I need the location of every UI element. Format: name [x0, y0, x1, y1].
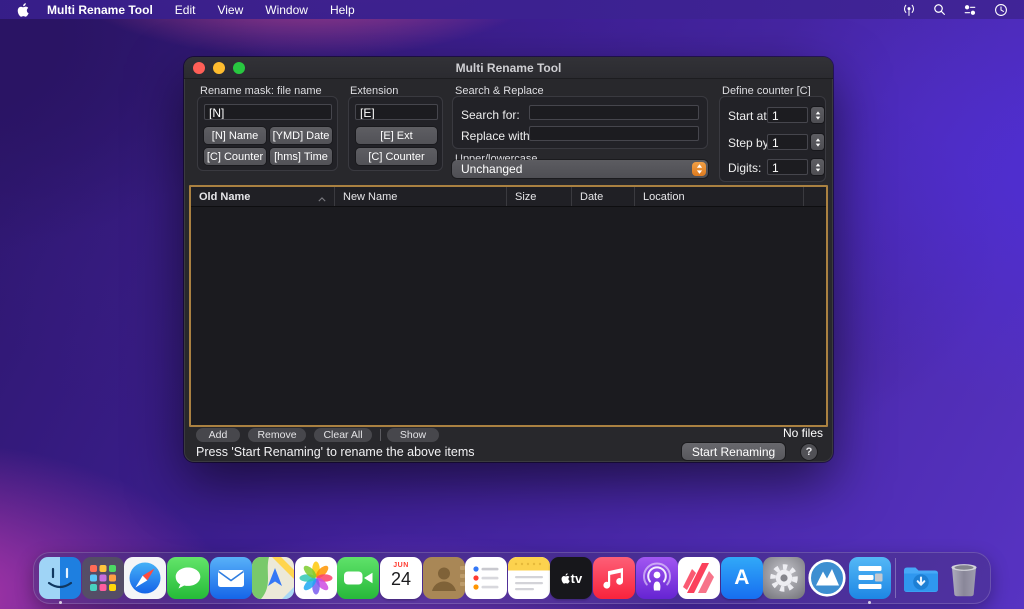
- define-counter-group: Start at: 1 Step by: 1 Digits: 1: [719, 96, 826, 182]
- ext-token-button[interactable]: [E] Ext: [356, 127, 437, 144]
- window-title: Multi Rename Tool: [456, 61, 562, 75]
- window-titlebar[interactable]: Multi Rename Tool: [184, 57, 833, 79]
- extension-input[interactable]: [E]: [355, 104, 438, 120]
- dock-trash[interactable]: [942, 552, 985, 604]
- add-button[interactable]: Add: [196, 428, 240, 442]
- calendar-icon: JUN 24: [380, 557, 422, 599]
- replace-with-label: Replace with:: [461, 129, 533, 143]
- show-button[interactable]: Show: [387, 428, 439, 442]
- rename-mask-input[interactable]: [N]: [204, 104, 332, 120]
- ext-counter-token-button[interactable]: [C] Counter: [356, 148, 437, 165]
- calendar-day: 24: [391, 569, 411, 589]
- digits-input[interactable]: 1: [767, 159, 808, 175]
- dock-contacts[interactable]: [422, 552, 465, 604]
- column-old-name[interactable]: Old Name: [191, 187, 335, 206]
- dock-downloads-folder[interactable]: [900, 552, 943, 604]
- dock-reminders[interactable]: [465, 552, 508, 604]
- dock-mail[interactable]: [209, 552, 252, 604]
- dock-finder[interactable]: [39, 552, 82, 604]
- case-dropdown-value: Unchanged: [461, 162, 522, 176]
- close-button[interactable]: [193, 62, 205, 74]
- dock-news[interactable]: [678, 552, 721, 604]
- dock-mountain-app[interactable]: [806, 552, 849, 604]
- menubar-status-icons: [902, 3, 1008, 17]
- step-by-label: Step by:: [728, 136, 772, 150]
- digits-stepper[interactable]: [811, 159, 824, 175]
- zoom-button[interactable]: [233, 62, 245, 74]
- dock-system-settings[interactable]: [763, 552, 806, 604]
- sort-ascending-icon: [318, 193, 326, 205]
- step-by-input[interactable]: 1: [767, 134, 808, 150]
- extension-group: [E] [E] Ext [C] Counter: [348, 96, 443, 171]
- clock-icon[interactable]: [994, 3, 1008, 17]
- date-token-button[interactable]: [YMD] Date: [270, 127, 332, 144]
- replace-with-input[interactable]: [529, 126, 699, 141]
- traffic-lights: [193, 62, 245, 74]
- search-for-input[interactable]: [529, 105, 699, 120]
- dock-separator: [895, 558, 896, 598]
- wifi-icon[interactable]: [902, 3, 916, 17]
- menu-help[interactable]: Help: [330, 3, 355, 17]
- finder-running-indicator: [59, 601, 62, 604]
- search-replace-group: Search for: Replace with:: [452, 96, 708, 149]
- dock-rename-tool[interactable]: [848, 552, 891, 604]
- column-extra: [804, 187, 826, 206]
- dock-tv[interactable]: tv: [550, 552, 593, 604]
- tv-label: tv: [571, 571, 583, 586]
- minimize-button[interactable]: [213, 62, 225, 74]
- dock-music[interactable]: [593, 552, 636, 604]
- app-store-icon: A: [721, 557, 763, 599]
- file-table-header: Old Name New Name Size Date Location: [191, 187, 826, 207]
- step-by-stepper[interactable]: [811, 134, 824, 150]
- dock-maps[interactable]: [252, 552, 295, 604]
- start-at-label: Start at:: [728, 109, 770, 123]
- dock: JUN 24 tv A: [33, 552, 991, 604]
- column-new-name[interactable]: New Name: [335, 187, 507, 206]
- rename-mask-group: [N] [N] Name [YMD] Date [C] Counter [hms…: [197, 96, 338, 171]
- dock-notes[interactable]: [508, 552, 551, 604]
- help-button[interactable]: ?: [801, 444, 817, 460]
- dock-photos[interactable]: [295, 552, 338, 604]
- dock-facetime[interactable]: [337, 552, 380, 604]
- dock-podcasts[interactable]: [635, 552, 678, 604]
- counter-token-button[interactable]: [C] Counter: [204, 148, 266, 165]
- files-count-status: No files: [783, 426, 823, 440]
- file-table-body[interactable]: [191, 207, 826, 427]
- multi-rename-tool-window: Multi Rename Tool Rename mask: file name…: [184, 57, 833, 462]
- apple-menu-icon[interactable]: [17, 3, 29, 17]
- control-center-icon[interactable]: [963, 4, 977, 16]
- status-hint-text: Press 'Start Renaming' to rename the abo…: [196, 445, 475, 459]
- remove-button[interactable]: Remove: [248, 428, 306, 442]
- dock-app-store[interactable]: A: [721, 552, 764, 604]
- time-token-button[interactable]: [hms] Time: [270, 148, 332, 165]
- name-token-button[interactable]: [N] Name: [204, 127, 266, 144]
- menu-window[interactable]: Window: [265, 3, 308, 17]
- calendar-month: JUN: [393, 562, 409, 569]
- dock-messages[interactable]: [167, 552, 210, 604]
- tv-icon: tv: [550, 557, 592, 599]
- dock-calendar[interactable]: JUN 24: [380, 552, 423, 604]
- menu-bar: Multi Rename Tool Edit View Window Help: [0, 0, 1024, 19]
- column-date[interactable]: Date: [572, 187, 635, 206]
- digits-label: Digits:: [728, 161, 761, 175]
- file-table: Old Name New Name Size Date Location: [189, 185, 828, 427]
- dock-launchpad[interactable]: [82, 552, 125, 604]
- spotlight-search-icon[interactable]: [933, 3, 946, 16]
- start-at-stepper[interactable]: [811, 107, 824, 123]
- footer-divider: [380, 429, 381, 441]
- case-dropdown[interactable]: Unchanged: [452, 160, 708, 178]
- search-for-label: Search for:: [461, 108, 520, 122]
- dropdown-arrows-icon: [692, 162, 706, 176]
- clear-all-button[interactable]: Clear All: [314, 428, 372, 442]
- menubar-app-name[interactable]: Multi Rename Tool: [47, 3, 153, 17]
- menu-view[interactable]: View: [217, 3, 243, 17]
- start-renaming-button[interactable]: Start Renaming: [682, 443, 785, 460]
- column-size[interactable]: Size: [507, 187, 572, 206]
- dock-safari[interactable]: [124, 552, 167, 604]
- menu-edit[interactable]: Edit: [175, 3, 196, 17]
- app-store-letter: A: [734, 566, 749, 590]
- rename-tool-running-indicator: [868, 601, 871, 604]
- column-location[interactable]: Location: [635, 187, 804, 206]
- start-at-input[interactable]: 1: [767, 107, 808, 123]
